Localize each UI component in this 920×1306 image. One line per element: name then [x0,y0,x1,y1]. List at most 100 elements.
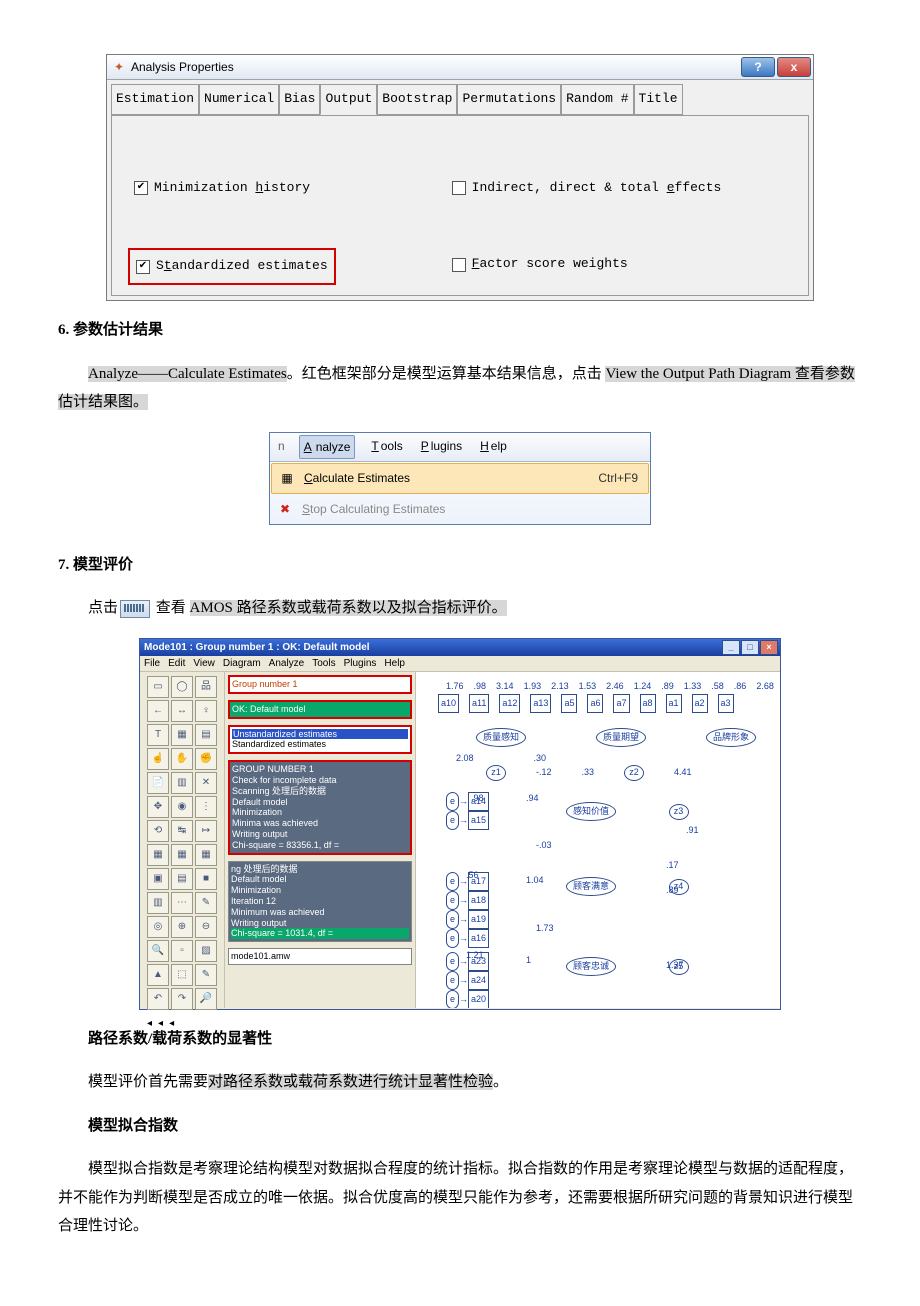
tab-numerical[interactable]: Numerical [199,84,279,115]
tool-btn[interactable]: ✥ [147,796,169,818]
tool-btn[interactable]: ↷ [171,988,193,1010]
tool-btn[interactable]: ▤ [195,724,217,746]
log-box-2: ng 处理后的数据Default modelMinimizationIterat… [228,861,412,943]
tool-btn[interactable]: ✊ [195,748,217,770]
ok-box[interactable]: OK: Default model [228,700,412,719]
tool-btn[interactable]: ▫ [171,940,193,962]
amos-menubar: File Edit View Diagram Analyze Tools Plu… [140,656,780,672]
tool-btn[interactable]: ▲ [147,964,169,986]
tool-btn[interactable]: ◉ [171,796,193,818]
latent: 顾客满意 [566,877,616,896]
canvas-top-vars: a10a11a12a13a5a6a7a8a1a2a3 [438,694,770,713]
latent: 顾客忠诚 [566,957,616,976]
tool-btn[interactable]: ⬚ [171,964,193,986]
tool-btn[interactable]: ◎ [147,916,169,938]
tool-btn[interactable]: ⊕ [171,916,193,938]
menu-help[interactable]: Help [384,654,405,673]
tab-output[interactable]: Output [320,84,377,115]
tool-btn[interactable]: 🔍 [147,940,169,962]
latent: 感知价值 [566,802,616,821]
menu-item-stop-calc: ✖ Stop Calculating Estimates [270,495,650,524]
menu-help[interactable]: Help [476,435,509,460]
maximize-button[interactable]: □ [741,640,759,655]
tool-btn[interactable]: ☝ [147,748,169,770]
menu-file[interactable]: File [144,654,160,673]
tool-btn[interactable]: ✋ [171,748,193,770]
menu-diagram[interactable]: Diagram [223,654,261,673]
tool-btn[interactable]: ▦ [171,844,193,866]
menu-edit[interactable]: Edit [168,654,185,673]
tab-permutations[interactable]: Permutations [457,84,561,115]
tool-btn[interactable]: T [147,724,169,746]
minimize-button[interactable]: _ [722,640,740,655]
tool-btn[interactable]: ▥ [147,892,169,914]
tool-btn[interactable]: ▥ [171,772,193,794]
latent: 质量感知 [476,728,526,747]
file-box[interactable]: mode101.amw [228,948,412,965]
dialog-title: Analysis Properties [131,56,234,79]
log-box-1: GROUP NUMBER 1 Check for incomplete data… [228,760,412,854]
tail-h2: 模型拟合指数 [88,1112,862,1141]
tab-estimation[interactable]: Estimation [111,84,199,115]
tool-btn[interactable]: ▤ [171,868,193,890]
close-button[interactable]: × [760,640,778,655]
analyze-menu-screenshot: n Analyze Tools Plugins Help ▦ Calculate… [269,432,651,525]
tool-btn[interactable]: ▦ [195,844,217,866]
tool-btn[interactable]: ⋯ [171,892,193,914]
tool-btn[interactable]: ↹ [171,820,193,842]
tool-btn[interactable]: ↶ [147,988,169,1010]
tab-bootstrap[interactable]: Bootstrap [377,84,457,115]
check-standardized[interactable]: Standardized estimates [128,248,336,285]
tool-btn[interactable]: ▨ [195,940,217,962]
tool-btn[interactable]: ◯ [171,676,193,698]
analysis-properties-dialog: ✦ Analysis Properties ? x Estimation Num… [106,54,814,301]
tool-btn[interactable]: ⊖ [195,916,217,938]
checkbox-icon [136,260,150,274]
amos-mid-panel: Group number 1 OK: Default model Unstand… [225,672,416,1008]
menu-tools[interactable]: Tools [312,654,335,673]
tail-p2: 模型拟合指数是考察理论结构模型对数据拟合程度的统计指标。拟合指数的作用是考察理论… [58,1155,862,1241]
check-min-history[interactable]: Minimization history [128,172,336,205]
section-7-p1: 点击 查看 AMOS 路径系数或载荷系数以及拟合指标评价。 [58,594,862,623]
menu-plugins[interactable]: Plugins [344,654,377,673]
tool-btn[interactable]: 📄 [147,772,169,794]
section-6-heading: 6. 参数估计结果 [58,316,862,345]
checkbox-icon [452,181,466,195]
tab-bias[interactable]: Bias [279,84,320,115]
help-button[interactable]: ? [741,57,775,77]
menu-analyze[interactable]: Analyze [299,435,356,460]
tool-btn[interactable]: ▦ [147,844,169,866]
close-button[interactable]: x [777,57,811,77]
tool-btn[interactable]: ↦ [195,820,217,842]
menu-tools[interactable]: Tools [367,435,404,460]
tool-btn[interactable]: ■ [195,868,217,890]
amos-toolbox: ▭◯品 ←↔♀ T▦▤ ☝✋✊ 📄▥✕ ✥◉⋮ ⟲↹↦ ▦▦▦ ▣▤■ ▥⋯✎ … [140,672,225,1008]
tab-title[interactable]: Title [634,84,683,115]
tool-btn[interactable]: ▦ [171,724,193,746]
tool-btn[interactable]: 品 [195,676,217,698]
dialog-tabs: Estimation Numerical Bias Output Bootstr… [107,80,813,115]
tool-btn[interactable]: ✎ [195,964,217,986]
tab-random[interactable]: Random # [561,84,633,115]
checkbox-icon [452,258,466,272]
tool-btn[interactable]: ♀ [195,700,217,722]
abacus-icon: ▦ [278,471,296,487]
tool-btn[interactable]: ✎ [195,892,217,914]
check-factor-score[interactable]: Factor score weights [446,248,728,281]
menu-view[interactable]: View [193,654,215,673]
group-box[interactable]: Group number 1 [228,675,412,694]
menu-plugins[interactable]: Plugins [417,435,464,460]
tool-btn[interactable]: 🔎 [195,988,217,1010]
tool-btn[interactable]: ⟲ [147,820,169,842]
tool-btn[interactable]: ▣ [147,868,169,890]
tool-btn[interactable]: ▭ [147,676,169,698]
estimate-select[interactable]: Unstandardized estimates Standardized es… [228,725,412,755]
check-indirect-effects[interactable]: Indirect, direct & total effects [446,172,728,205]
tool-btn[interactable]: ✕ [195,772,217,794]
menu-analyze[interactable]: Analyze [269,654,305,673]
tool-btn[interactable]: ← [147,700,169,722]
tool-btn[interactable]: ⋮ [195,796,217,818]
menu-item-calc-estimates[interactable]: ▦ Calculate Estimates Ctrl+F9 [271,463,649,494]
section-6-p1: Analyze——Calculate Estimates。红色框架部分是模型运算… [58,360,862,417]
tool-btn[interactable]: ↔ [171,700,193,722]
